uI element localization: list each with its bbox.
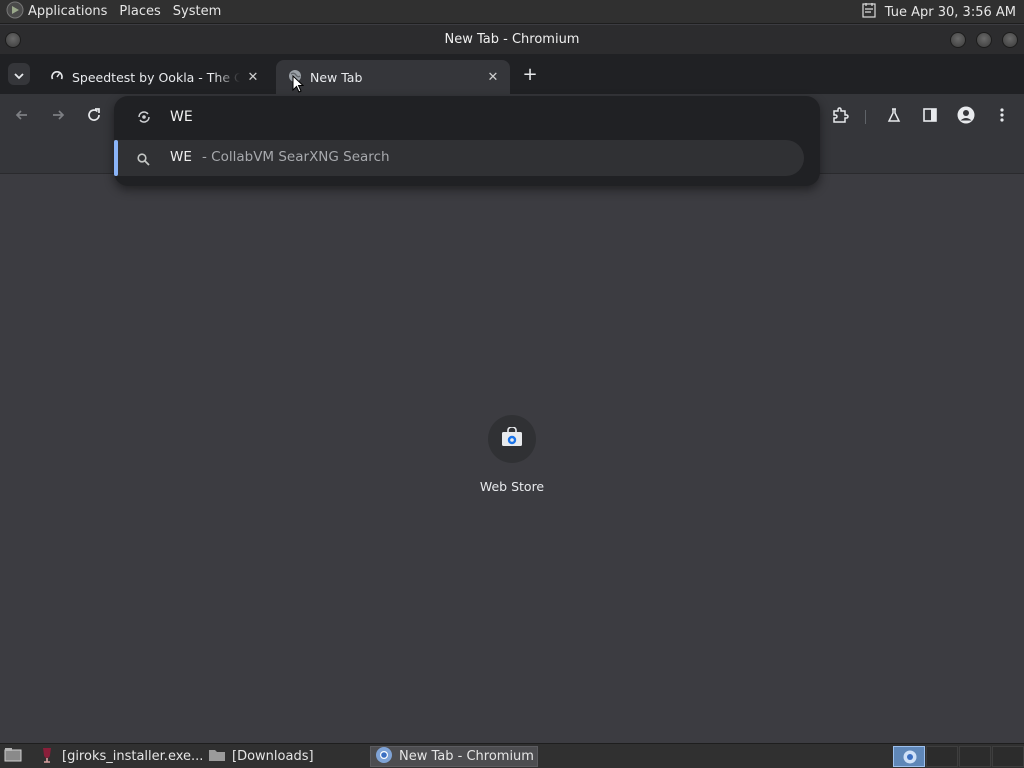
- reload-icon: [86, 107, 102, 127]
- shortcut-label: Web Store: [479, 479, 545, 494]
- applications-menu[interactable]: Applications: [0, 0, 113, 24]
- minimize-button[interactable]: [950, 32, 966, 48]
- reload-button[interactable]: [82, 105, 106, 129]
- profile-button[interactable]: [954, 105, 978, 129]
- avatar-icon: [957, 106, 975, 128]
- shortcut-icon-circle: [488, 415, 536, 463]
- labs-button[interactable]: [882, 105, 906, 129]
- tab-speedtest[interactable]: Speedtest by Ookla - The Global Broadban…: [38, 60, 270, 94]
- chrome-menu-button[interactable]: [990, 105, 1014, 129]
- task-giroks-installer[interactable]: [giroks_installer.exe...: [34, 746, 204, 768]
- kebab-menu-icon: [999, 107, 1005, 127]
- notes-clipboard-icon[interactable]: [861, 2, 877, 22]
- puzzle-icon: [831, 106, 849, 128]
- workspace-1[interactable]: [893, 746, 925, 767]
- site-info-icon[interactable]: [136, 109, 152, 129]
- task-downloads[interactable]: [Downloads]: [204, 746, 354, 767]
- selection-indicator: [114, 140, 118, 176]
- search-icon: [137, 151, 150, 170]
- new-tab-button[interactable]: +: [520, 63, 540, 85]
- applications-menu-label: Applications: [28, 4, 108, 19]
- places-menu-label: Places: [119, 4, 161, 19]
- gnome-foot-icon: [6, 1, 24, 23]
- omnibox-popup: WE - CollabVM SearXNG Search: [114, 96, 820, 186]
- top-panel: Applications Places System Tue Apr 30, 3…: [0, 0, 1024, 24]
- task-chromium[interactable]: New Tab - Chromium: [370, 746, 538, 767]
- flask-icon: [886, 107, 902, 127]
- close-tab-icon[interactable]: ✕: [246, 70, 260, 85]
- workspace-2[interactable]: [926, 746, 958, 767]
- suggestion-query: WE: [170, 149, 192, 165]
- speedtest-gauge-icon: [50, 69, 64, 86]
- side-panel-button[interactable]: [918, 105, 942, 129]
- tab-strip: Speedtest by Ookla - The Global Broadban…: [0, 54, 1024, 94]
- tab-title: Speedtest by Ookla - The Global Broadban…: [72, 69, 240, 85]
- chromium-icon: [903, 750, 917, 768]
- chevron-down-icon: [14, 65, 24, 84]
- system-menu[interactable]: System: [167, 0, 227, 24]
- close-tab-icon[interactable]: ✕: [486, 70, 500, 85]
- folder-icon: [208, 748, 226, 766]
- plus-icon: +: [522, 63, 538, 85]
- show-desktop-button[interactable]: [0, 746, 26, 767]
- back-button[interactable]: [10, 105, 34, 129]
- workspace-4[interactable]: [992, 746, 1024, 767]
- panel-clock[interactable]: Tue Apr 30, 3:56 AM: [885, 5, 1016, 20]
- tab-title: New Tab: [310, 69, 363, 85]
- maximize-button[interactable]: [976, 32, 992, 48]
- toolbar-divider: [865, 110, 866, 124]
- arrow-right-icon: [50, 107, 66, 127]
- chromium-icon: [375, 746, 393, 768]
- omnibox[interactable]: [114, 96, 820, 138]
- forward-button[interactable]: [46, 105, 70, 129]
- arrow-left-icon: [14, 107, 30, 127]
- suggestion-description: - CollabVM SearXNG Search: [202, 149, 390, 165]
- mouse-cursor-icon: [292, 74, 305, 97]
- new-tab-page: Web Store: [0, 74, 1024, 743]
- web-store-icon: [501, 426, 523, 451]
- task-label: [giroks_installer.exe...: [62, 749, 204, 764]
- omnibox-input[interactable]: [170, 107, 770, 127]
- window-title-bar[interactable]: New Tab - Chromium: [0, 25, 1024, 54]
- bottom-taskbar: [giroks_installer.exe... [Downloads] New…: [0, 743, 1024, 768]
- close-window-button[interactable]: [1002, 32, 1018, 48]
- workspace-3[interactable]: [959, 746, 991, 767]
- side-panel-icon: [922, 107, 938, 127]
- extensions-button[interactable]: [828, 105, 852, 129]
- task-label: [Downloads]: [232, 749, 314, 764]
- tab-search-button[interactable]: [8, 63, 30, 85]
- shortcut-web-store[interactable]: Web Store: [462, 413, 562, 503]
- show-desktop-icon: [4, 747, 22, 767]
- places-menu[interactable]: Places: [113, 0, 166, 24]
- tab-new-tab[interactable]: New Tab ✕: [276, 60, 510, 94]
- system-menu-label: System: [172, 4, 222, 19]
- task-label: New Tab - Chromium: [399, 749, 534, 764]
- window-menu-icon[interactable]: [5, 32, 21, 48]
- window-title: New Tab - Chromium: [444, 32, 580, 47]
- wine-icon: [38, 746, 56, 768]
- omnibox-suggestion[interactable]: WE - CollabVM SearXNG Search: [114, 140, 804, 176]
